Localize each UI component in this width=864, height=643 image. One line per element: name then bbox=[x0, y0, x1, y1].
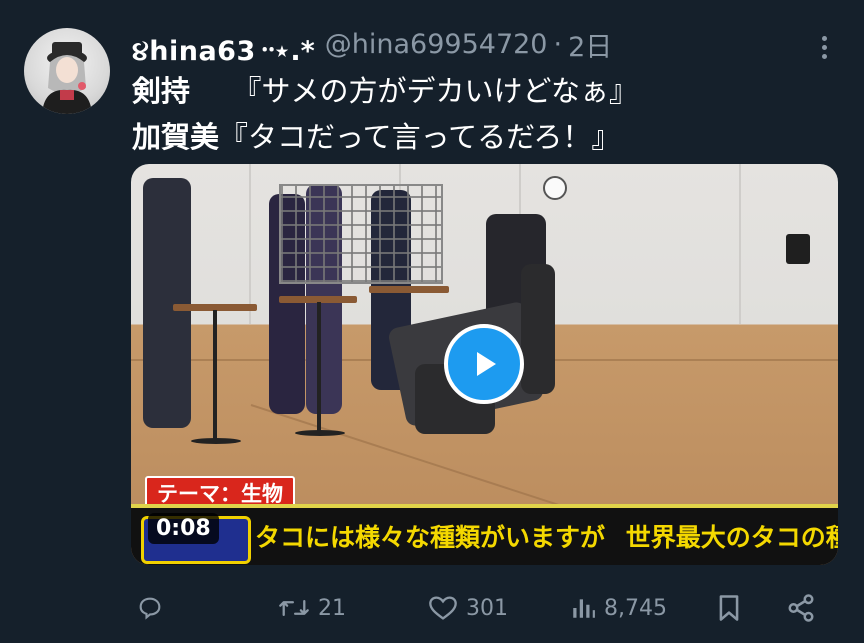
speaker-cabinet bbox=[786, 234, 810, 264]
subtitle-part-1: タコには様々な種類がいますが bbox=[255, 523, 606, 552]
speaker-name: 剣持 bbox=[132, 74, 191, 108]
more-dots-icon bbox=[821, 35, 827, 41]
like-button[interactable]: 301 bbox=[428, 585, 508, 631]
play-button[interactable] bbox=[444, 324, 524, 404]
subtitle-part-2: 世界最大のタコの種は? bbox=[625, 523, 838, 552]
subtitle-bar: タコには様々な種類がいますが 世界最大のタコの種は? bbox=[131, 504, 838, 565]
views-button[interactable]: 8,745 bbox=[570, 585, 667, 631]
action-bar: 21 301 8,745 bbox=[0, 585, 864, 631]
retweet-icon bbox=[279, 600, 309, 616]
play-icon bbox=[477, 352, 496, 376]
reply-icon bbox=[139, 597, 161, 620]
video-duration: 0:08 bbox=[148, 513, 219, 544]
reply-button[interactable] bbox=[136, 585, 172, 631]
tweet-line: 剣持 『サメの方がデカいけどなぁ』 bbox=[132, 68, 832, 114]
heart-icon bbox=[429, 596, 457, 620]
text-gap bbox=[190, 74, 219, 108]
retweet-count: 21 bbox=[318, 595, 346, 621]
bookmark-icon bbox=[719, 595, 739, 621]
share-button[interactable] bbox=[786, 585, 816, 631]
separator-dot: · bbox=[553, 28, 563, 60]
like-count: 301 bbox=[466, 595, 508, 621]
view-count: 8,745 bbox=[604, 595, 667, 621]
bookmark-button[interactable] bbox=[716, 585, 742, 631]
user-handle[interactable]: @hina69954720 bbox=[325, 29, 548, 60]
tweet-line: 加賀美『タコだって言ってるだろ！』 bbox=[132, 114, 832, 160]
timestamp[interactable]: 2日 bbox=[568, 25, 612, 64]
avatar[interactable] bbox=[24, 28, 110, 114]
quote-text: 『タコだって言ってるだろ！』 bbox=[219, 120, 621, 154]
share-icon bbox=[788, 594, 814, 622]
tweet-text: 剣持 『サメの方がデカいけどなぁ』 加賀美『タコだって言ってるだろ！』 bbox=[132, 68, 832, 160]
retweet-button[interactable]: 21 bbox=[278, 585, 346, 631]
video-subtitle: タコには様々な種類がいますが 世界最大のタコの種は? bbox=[255, 518, 838, 554]
more-options-button[interactable] bbox=[814, 32, 834, 62]
quote-text: 『サメの方がデカいけどなぁ』 bbox=[247, 74, 638, 108]
speaker-name: 加賀美 bbox=[132, 120, 220, 154]
wall-clock-icon bbox=[543, 176, 567, 200]
cage bbox=[279, 184, 443, 284]
views-chart-icon bbox=[573, 599, 595, 618]
character-figure bbox=[143, 178, 191, 428]
avatar-illustration bbox=[42, 42, 92, 114]
tweet-header: ૪hina63᠃⋆.* @hina69954720 · 2日 bbox=[132, 25, 864, 67]
video-player[interactable]: テーマ：生物 タコには様々な種類がいますが 世界最大のタコの種は? bbox=[131, 164, 838, 565]
display-name[interactable]: ૪hina63᠃⋆.* bbox=[132, 21, 315, 68]
